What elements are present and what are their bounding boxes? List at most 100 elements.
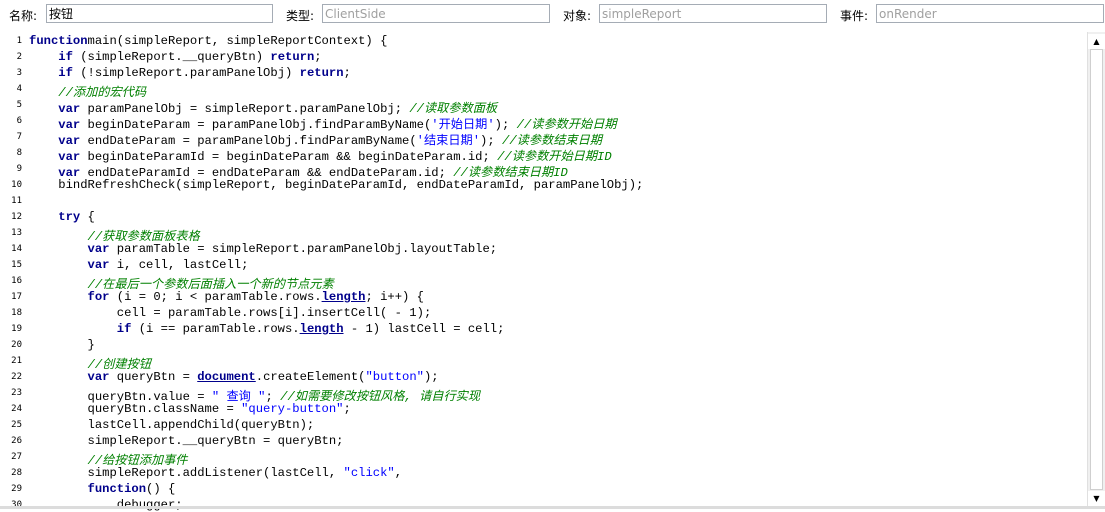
code-line: var i, cell, lastCell; <box>29 258 249 272</box>
code-line: bindRefreshCheck(simpleReport, beginDate… <box>29 178 643 192</box>
name-input[interactable]: 按钮 <box>46 4 273 23</box>
code-token: document <box>197 370 256 384</box>
code-token: if <box>58 50 73 64</box>
code-line: simpleReport.addListener(lastCell, "clic… <box>29 466 403 480</box>
scroll-down-icon[interactable]: ▼ <box>1088 491 1105 506</box>
line-number: 14 <box>11 244 22 254</box>
line-number: 18 <box>11 308 22 318</box>
line-number: 3 <box>16 68 22 78</box>
name-label: 名称: <box>9 9 38 23</box>
line-number: 28 <box>11 468 22 478</box>
code-token: "button" <box>365 370 424 384</box>
code-token: ; <box>343 402 351 416</box>
code-line: lastCell.appendChild(queryBtn); <box>29 418 315 432</box>
code-token: "click" <box>343 466 395 480</box>
code-token: function <box>87 482 147 496</box>
code-token: simpleReport.addListener(lastCell, <box>29 466 344 480</box>
code-token: queryBtn = <box>109 370 198 384</box>
code-editor[interactable]: 1 functionmain(simpleReport, simpleReport… <box>0 32 1105 512</box>
event-label: 事件: <box>840 9 869 23</box>
line-number: 11 <box>11 196 22 206</box>
code-token: paramTable = simpleReport.paramPanelObj.… <box>109 242 498 256</box>
code-token: ); <box>423 370 439 384</box>
code-line: var paramTable = simpleReport.paramPanel… <box>29 242 498 256</box>
code-line: for (i = 0; i < paramTable.rows.length; … <box>29 290 424 304</box>
object-label: 对象: <box>563 9 592 23</box>
line-number: 2 <box>16 52 22 62</box>
line-number: 29 <box>11 484 22 494</box>
code-token: var <box>87 258 110 272</box>
code-token: } <box>29 338 95 352</box>
code-token: () { <box>146 482 176 496</box>
code-line: if (!simpleReport.paramPanelObj) return; <box>29 66 351 80</box>
code-token: function <box>29 34 88 48</box>
code-line: simpleReport.__queryBtn = queryBtn; <box>29 434 344 448</box>
line-number: 22 <box>11 372 22 382</box>
event-input[interactable]: onRender <box>876 4 1104 23</box>
code-token: main(simpleReport, simpleReportContext) … <box>87 34 388 48</box>
code-token: var <box>87 242 110 256</box>
code-token: try <box>58 210 81 224</box>
header-bar: 名称: 按钮 类型: ClientSide 对象: simpleReport 事… <box>0 0 1105 32</box>
code-token: queryBtn.className = <box>29 402 242 416</box>
code-token: (simpleReport.__queryBtn) <box>72 50 271 64</box>
code-token: .createElement( <box>255 370 366 384</box>
line-number: 7 <box>16 132 22 142</box>
line-number: 27 <box>11 452 22 462</box>
code-token: - 1) lastCell = cell; <box>343 322 505 336</box>
line-number: 6 <box>16 116 22 126</box>
code-line: var queryBtn = document.createElement("b… <box>29 370 439 384</box>
type-input[interactable]: ClientSide <box>322 4 550 23</box>
code-token: ; i++) { <box>365 290 424 304</box>
code-token: for <box>87 290 110 304</box>
code-token: simpleReport.__queryBtn = queryBtn; <box>29 434 344 448</box>
code-line: if (i == paramTable.rows.length - 1) las… <box>29 322 505 336</box>
code-token: bindRefreshCheck(simpleReport, beginDate… <box>29 178 644 192</box>
code-token: ; <box>314 50 322 64</box>
line-number: 17 <box>11 292 22 302</box>
vertical-scrollbar[interactable]: ▲ ▼ <box>1087 32 1105 509</box>
line-number: 26 <box>11 436 22 446</box>
line-number: 12 <box>11 212 22 222</box>
code-line: debugger; <box>29 498 183 512</box>
line-number: 25 <box>11 420 22 430</box>
code-token: var <box>87 370 110 384</box>
line-number: 20 <box>11 340 22 350</box>
line-number: 15 <box>11 260 22 270</box>
code-line: } <box>29 338 95 352</box>
scrollbar-thumb[interactable] <box>1090 49 1103 490</box>
code-token: debugger; <box>29 498 183 512</box>
code-token: length <box>299 322 344 336</box>
line-number: 13 <box>11 228 22 238</box>
line-number: 8 <box>16 148 22 158</box>
line-number: 23 <box>11 388 22 398</box>
code-token: { <box>80 210 95 224</box>
code-token: if <box>58 66 73 80</box>
code-token: lastCell.appendChild(queryBtn); <box>29 418 315 432</box>
code-token: , <box>394 466 403 480</box>
line-number: 1 <box>16 36 22 46</box>
code-line: try { <box>29 210 95 224</box>
object-input[interactable]: simpleReport <box>599 4 827 23</box>
type-label: 类型: <box>286 9 315 23</box>
code-token: (!simpleReport.paramPanelObj) <box>72 66 300 80</box>
code-line: functionmain(simpleReport, simpleReportC… <box>29 34 387 48</box>
code-line: cell = paramTable.rows[i].insertCell( - … <box>29 306 432 320</box>
scroll-up-icon[interactable]: ▲ <box>1088 34 1105 49</box>
code-line: queryBtn.className = "query-button"; <box>29 402 351 416</box>
line-number: 16 <box>11 276 22 286</box>
code-token: if <box>116 322 132 336</box>
line-number: 24 <box>11 404 22 414</box>
line-number: 19 <box>11 324 22 334</box>
code-token: ; <box>343 66 351 80</box>
code-token: (i = 0; i < paramTable.rows. <box>109 290 322 304</box>
